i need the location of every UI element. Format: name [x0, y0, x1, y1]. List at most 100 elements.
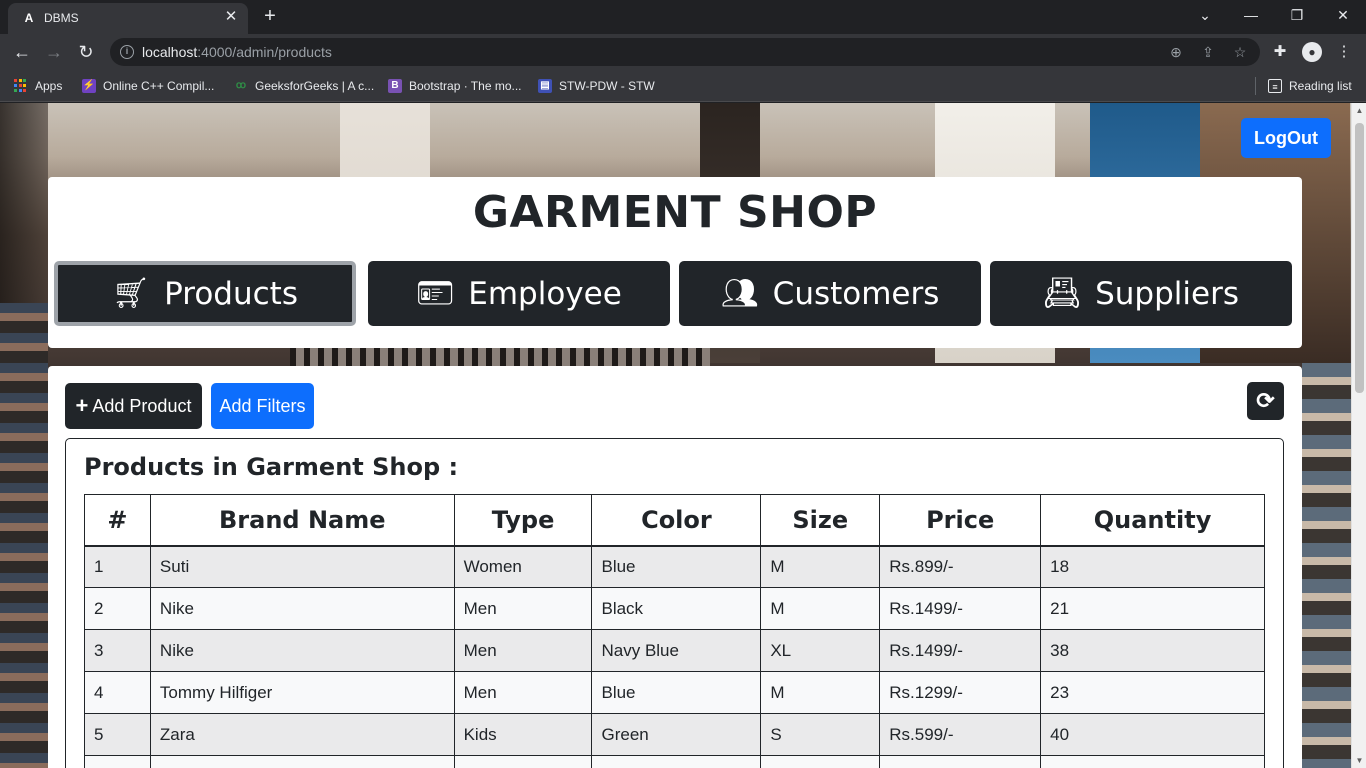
table-row: 1 Suti Women Blue M Rs.899/- 18 [84, 545, 1265, 588]
scroll-up-icon[interactable]: ▲ [1352, 103, 1366, 118]
table-cell: 18 [1040, 545, 1265, 588]
background-clothes-rack [290, 348, 710, 368]
cart-icon: 🛒︎ [112, 275, 151, 311]
table-cell: Women [453, 545, 593, 588]
reading-list[interactable]: ≡ Reading list [1268, 77, 1352, 95]
products-card: + Add Product Add Filters ⟳ Products in … [48, 366, 1302, 768]
table-cell: 21 [1040, 587, 1265, 630]
table-cell: Men [453, 671, 593, 714]
table-cell: 38 [1040, 629, 1265, 672]
table-cell: 3 [84, 629, 151, 672]
table-cell: Rs.899/- [879, 545, 1042, 588]
address-book-icon: 📇︎ [1043, 275, 1082, 311]
column-header: Brand Name [149, 494, 455, 547]
gfg-logo-icon: ꝏ [235, 80, 247, 91]
bookmark-star-icon[interactable]: ☆ [1230, 42, 1250, 62]
table-cell: 1 [84, 545, 151, 588]
table-cell [1040, 755, 1265, 768]
tab-label: Customers [772, 275, 940, 312]
table-cell [760, 755, 881, 768]
forward-icon[interactable]: → [42, 40, 66, 64]
add-filters-button[interactable]: Add Filters [211, 383, 314, 429]
table-cell [591, 755, 762, 768]
close-window-icon[interactable]: ✕ [1330, 4, 1356, 26]
column-header: Size [760, 494, 881, 547]
restore-icon[interactable]: ❐ [1284, 4, 1310, 26]
zoom-icon[interactable]: ⊕ [1166, 42, 1186, 62]
site-info-icon[interactable]: i [120, 45, 134, 59]
table-cell: Rs.599/- [879, 713, 1042, 756]
tab-label: Employee [468, 275, 622, 312]
reload-icon[interactable]: ↻ [74, 40, 98, 64]
table-cell: 5 [84, 713, 151, 756]
scroll-down-icon[interactable]: ▼ [1352, 753, 1366, 768]
table-cell: M [760, 587, 881, 630]
table-cell: Rs.1499/- [879, 629, 1042, 672]
table-cell: Rs.1499/- [879, 587, 1042, 630]
tab-products[interactable]: 🛒︎ Products [54, 261, 356, 326]
bookmark-bootstrap[interactable]: B Bootstrap · The mo... [388, 77, 522, 95]
table-cell: Black [591, 587, 762, 630]
browser-tab[interactable]: A DBMS ✕ [8, 3, 248, 34]
new-tab-icon[interactable]: + [258, 5, 282, 29]
users-icon: 👥︎ [720, 275, 759, 311]
bootstrap-logo-icon: B [388, 79, 402, 93]
page-scrollbar[interactable]: ▲ ▼ [1351, 103, 1366, 768]
bookmarks-divider [1255, 77, 1256, 95]
column-header: Price [879, 494, 1042, 547]
browser-toolbar: ← → ↻ i localhost:4000/admin/products ⊕ … [0, 34, 1366, 70]
tab-search-icon[interactable]: ⌄ [1192, 4, 1218, 26]
table-row [84, 755, 1265, 768]
reading-list-icon: ≡ [1268, 79, 1282, 93]
table-row: 4 Tommy Hilfiger Men Blue M Rs.1299/- 23 [84, 671, 1265, 714]
table-cell: M [760, 545, 881, 588]
table-cell: XL [760, 629, 881, 672]
header-card: GARMENT SHOP 🛒︎ Products 🪪︎ Employee 👥︎ … [48, 177, 1302, 348]
refresh-icon[interactable]: ⟳ [1247, 382, 1284, 420]
profile-icon[interactable]: ● [1302, 42, 1322, 62]
logout-button[interactable]: LogOut [1241, 118, 1331, 158]
extensions-icon[interactable]: ✚ [1268, 40, 1292, 64]
minimize-icon[interactable]: — [1238, 4, 1264, 26]
tab-label: Products [164, 275, 298, 312]
add-product-button[interactable]: + Add Product [65, 383, 202, 429]
table-cell: S [760, 713, 881, 756]
table-cell: Suti [149, 545, 455, 588]
address-bar[interactable]: i localhost:4000/admin/products ⊕ ⇪ ☆ [110, 38, 1260, 66]
bookmark-apps[interactable]: Apps [14, 77, 62, 95]
table-cell: 40 [1040, 713, 1265, 756]
table-cell: Zara [149, 713, 455, 756]
apps-grid-icon [14, 79, 28, 93]
table-cell: Blue [591, 671, 762, 714]
table-cell [453, 755, 593, 768]
table-cell [149, 755, 455, 768]
table-cell: Nike [149, 587, 455, 630]
background-clothes-right [1302, 363, 1352, 768]
column-header: Type [453, 494, 593, 547]
column-header: Quantity [1040, 494, 1265, 547]
table-cell: 4 [84, 671, 151, 714]
bookmarks-bar: Apps ⚡ Online C++ Compil... ꝏ GeeksforGe… [0, 70, 1366, 102]
table-row: 2 Nike Men Black M Rs.1499/- 21 [84, 587, 1265, 630]
table-cell: Tommy Hilfiger [149, 671, 455, 714]
column-header: # [84, 494, 151, 547]
back-icon[interactable]: ← [10, 40, 34, 64]
tab-customers[interactable]: 👥︎ Customers [679, 261, 981, 326]
bookmark-geeksforgeeks[interactable]: ꝏ GeeksforGeeks | A c... [234, 77, 374, 95]
table-cell: Rs.1299/- [879, 671, 1042, 714]
close-tab-icon[interactable]: ✕ [222, 8, 240, 26]
table-cell: Men [453, 587, 593, 630]
share-icon[interactable]: ⇪ [1198, 42, 1218, 62]
bolt-icon: ⚡ [82, 79, 96, 93]
table-header-row: # Brand Name Type Color Size Price Quant… [84, 494, 1265, 547]
table-cell [879, 755, 1042, 768]
stw-logo-icon: ▤ [538, 79, 552, 93]
plus-icon: + [75, 393, 89, 418]
tab-employee[interactable]: 🪪︎ Employee [368, 261, 670, 326]
table-cell: Navy Blue [591, 629, 762, 672]
tab-suppliers[interactable]: 📇︎ Suppliers [990, 261, 1292, 326]
menu-kebab-icon[interactable]: ⋮ [1332, 40, 1356, 64]
bookmark-stw[interactable]: ▤ STW-PDW - STW [538, 77, 655, 95]
bookmark-online-cpp[interactable]: ⚡ Online C++ Compil... [82, 77, 214, 95]
scroll-thumb[interactable] [1355, 123, 1364, 393]
